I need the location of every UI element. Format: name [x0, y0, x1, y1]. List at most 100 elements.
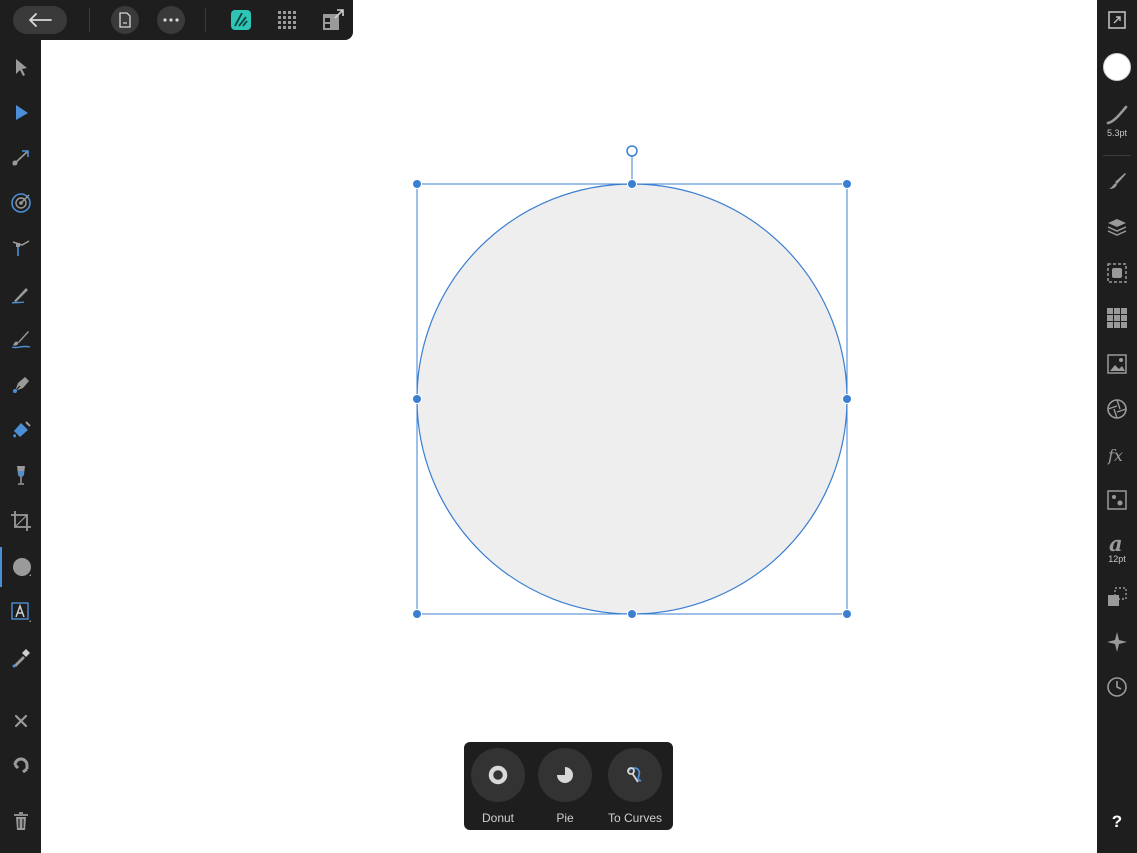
pixel-persona-button[interactable]: [274, 6, 300, 34]
pixel-grid-icon: [278, 11, 296, 29]
export-persona-icon: [323, 9, 344, 30]
top-bar: [0, 0, 353, 40]
pie-label: Pie: [556, 811, 574, 825]
trash-icon: [13, 812, 28, 830]
ellipse-shape[interactable]: [416, 183, 848, 615]
adjustments-panel-button[interactable]: [1097, 392, 1137, 426]
close-button[interactable]: [0, 701, 41, 741]
pencil-icon: [11, 288, 28, 304]
swatches-panel-button[interactable]: [1097, 301, 1137, 335]
donut-label: Donut: [481, 811, 515, 825]
move-tool[interactable]: [0, 47, 41, 87]
crop-tool[interactable]: [0, 501, 41, 541]
aperture-icon: [1107, 399, 1127, 419]
corner-tool[interactable]: [0, 138, 41, 178]
pie-button[interactable]: Pie: [537, 748, 593, 825]
ellipse-shape-selection[interactable]: [41, 0, 1097, 853]
image-icon: [1107, 354, 1127, 374]
fullscreen-icon: [1108, 11, 1126, 29]
handle-bottom-right[interactable]: [842, 609, 852, 619]
fill-tool[interactable]: [0, 410, 41, 450]
more-button[interactable]: [157, 6, 185, 34]
color-picker-tool[interactable]: [0, 638, 41, 678]
transparency-tool[interactable]: [0, 455, 41, 495]
node-tool[interactable]: [0, 92, 41, 132]
to-curves-button-circle: [608, 748, 662, 802]
pie-button-circle: [538, 748, 592, 802]
snapping-button[interactable]: [0, 747, 41, 787]
transparency-glass-icon: [16, 466, 25, 485]
text-styles-panel-button[interactable]: a 12pt: [1097, 528, 1137, 568]
to-curves-icon: [627, 767, 642, 783]
dashed-square-icon: [1107, 263, 1127, 283]
clock-icon: [1107, 677, 1127, 697]
tools-panel: [0, 40, 41, 853]
stock-panel-button[interactable]: [1097, 347, 1137, 381]
divider: [205, 8, 206, 32]
rotation-handle[interactable]: [626, 145, 638, 157]
arrange-icon: [1108, 587, 1127, 606]
export-persona-button[interactable]: [320, 6, 346, 34]
text-frame-icon: [10, 602, 31, 622]
handle-bottom-left[interactable]: [412, 609, 422, 619]
point-transform-tool[interactable]: [0, 183, 41, 223]
text-tool[interactable]: [0, 592, 41, 632]
handle-bottom[interactable]: [627, 609, 637, 619]
donut-button[interactable]: Donut: [470, 748, 526, 825]
document-canvas[interactable]: [41, 0, 1097, 853]
pie-icon: [557, 767, 573, 783]
brushes-panel-button[interactable]: [1097, 164, 1137, 198]
navigator-panel-button[interactable]: [1097, 625, 1137, 659]
separator: [1103, 155, 1131, 156]
pencil-tool[interactable]: [0, 274, 41, 314]
compass-icon: [1107, 632, 1127, 652]
stroke-width-button[interactable]: 5.3pt: [1097, 96, 1137, 146]
text-style-icon: a: [1109, 532, 1123, 554]
vector-crop-tool[interactable]: [0, 228, 41, 268]
donut-button-circle: [471, 748, 525, 802]
to-curves-button[interactable]: To Curves: [607, 748, 663, 825]
fx-icon: fx: [1107, 446, 1123, 465]
handle-right[interactable]: [842, 394, 852, 404]
grid-swatches-icon: [1107, 308, 1127, 328]
stroke-curve-icon: [1106, 105, 1128, 125]
ellipse-tool[interactable]: [0, 547, 41, 587]
fill-color-swatch: [1103, 53, 1131, 81]
transform-panel-button[interactable]: [1097, 483, 1137, 517]
svg-text:fx: fx: [1107, 446, 1123, 465]
donut-icon: [488, 765, 508, 785]
delete-button[interactable]: [0, 801, 41, 841]
color-swatch-button[interactable]: [1097, 52, 1137, 82]
layers-panel-button[interactable]: [1097, 210, 1137, 244]
corner-tool-icon: [11, 150, 29, 166]
designer-persona-button[interactable]: [228, 6, 254, 34]
fill-bucket-icon: [12, 421, 31, 438]
pen-tool[interactable]: [0, 365, 41, 405]
text-size-label: 12pt: [1108, 554, 1126, 564]
document-icon: [119, 12, 131, 28]
brush-icon: [11, 331, 30, 349]
handle-left[interactable]: [412, 394, 422, 404]
document-button[interactable]: [111, 6, 139, 34]
back-button[interactable]: [13, 6, 67, 34]
history-panel-button[interactable]: [1097, 670, 1137, 704]
view-mode-button[interactable]: [1097, 6, 1137, 34]
node-arrow-icon: [15, 105, 28, 120]
vector-crop-icon: [12, 240, 29, 256]
handle-top-right[interactable]: [842, 179, 852, 189]
vector-brush-tool[interactable]: [0, 319, 41, 359]
arrange-panel-button[interactable]: [1097, 580, 1137, 614]
divider: [89, 8, 90, 32]
constraints-panel-button[interactable]: [1097, 256, 1137, 290]
handle-top-left[interactable]: [412, 179, 422, 189]
context-toolbar: Donut Pie To Curves: [464, 742, 673, 830]
designer-persona-icon: [231, 10, 251, 30]
handle-top[interactable]: [627, 179, 637, 189]
to-curves-label: To Curves: [607, 811, 663, 825]
transform-icon: [1107, 490, 1127, 510]
close-icon: [14, 714, 27, 728]
help-button[interactable]: ?: [1097, 808, 1137, 836]
effects-panel-button[interactable]: fx: [1097, 438, 1137, 472]
brush-icon: [1109, 173, 1126, 189]
layers-icon: [1107, 219, 1127, 236]
